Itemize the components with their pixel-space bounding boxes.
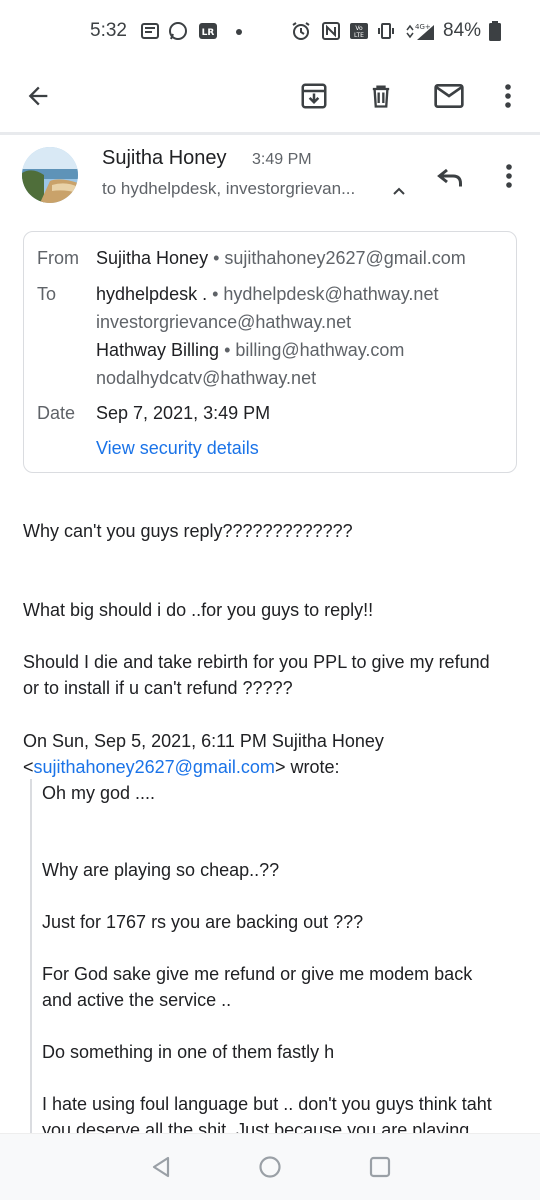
message-more-button[interactable]: [494, 158, 524, 194]
message-details-card: From Sujitha Honey • sujithahoney2627@gm…: [23, 231, 517, 473]
quoted-line-5: and active the service ..: [42, 990, 232, 1010]
avatar-photo-icon: [22, 147, 78, 203]
body-line-1: Why can't you guys reply?????????????: [23, 521, 353, 541]
to-recipient-3: Hathway Billing • billing@hathway.com: [96, 340, 404, 361]
email-time: 3:49 PM: [252, 151, 312, 168]
email-toolbar: [0, 64, 540, 130]
to-3-name: Hathway Billing: [96, 340, 220, 360]
whatsapp-icon: [169, 22, 187, 40]
reply-button[interactable]: [432, 158, 468, 194]
to-recipient-2: investorgrievance@hathway.net: [96, 312, 352, 332]
quote-lt: <: [23, 757, 34, 777]
dot-icon: [236, 29, 242, 35]
archive-icon: [301, 83, 327, 109]
more-vert-icon: [505, 84, 511, 108]
quoted-line-4: For God sake give me refund or give me m…: [42, 964, 473, 984]
to-3-email: • billing@hathway.com: [219, 340, 405, 360]
alarm-icon: [292, 22, 310, 40]
quote-intro: On Sun, Sep 5, 2021, 6:11 PM Sujitha Hon…: [23, 731, 384, 751]
delete-icon: [372, 85, 390, 108]
battery-percentage: 84%: [443, 20, 482, 41]
from-value: Sujitha Honey • sujithahoney2627@gmail.c…: [96, 248, 466, 269]
quote-attribution: <sujithahoney2627@gmail.com> wrote:: [23, 754, 339, 780]
toolbar-divider: [0, 132, 540, 135]
nav-back-icon[interactable]: [148, 1154, 174, 1180]
to-label: To: [37, 284, 57, 304]
svg-text:4G+: 4G+: [415, 23, 431, 31]
more-vert-icon: [506, 164, 512, 188]
4g-signal-icon: 4G+: [406, 23, 434, 40]
date-label: Date: [37, 403, 76, 423]
sender-name[interactable]: Sujitha Honey: [102, 147, 227, 170]
mark-unread-icon: [434, 84, 464, 108]
to-recipient-1: hydhelpdesk . • hydhelpdesk@hathway.net: [96, 284, 438, 305]
quoted-line-2: Why are playing so cheap..??: [42, 860, 280, 880]
from-name: Sujitha Honey: [96, 248, 209, 268]
quoted-line-1: Oh my god ....: [42, 783, 156, 803]
svg-text:LTE: LTE: [354, 32, 364, 39]
to-recipient-4: nodalhydcatv@hathway.net: [96, 368, 317, 388]
date-value: Sep 7, 2021, 3:49 PM: [96, 403, 271, 423]
quote-email-link[interactable]: sujithahoney2627@gmail.com: [34, 757, 275, 777]
volte-icon: VoLTE: [350, 23, 368, 39]
body-line-4: or to install if u can't refund ?????: [23, 678, 293, 698]
archive-button[interactable]: [296, 78, 332, 114]
nfc-icon: [322, 22, 340, 40]
quoted-line-3: Just for 1767 rs you are backing out ???: [42, 912, 364, 932]
nav-home-icon[interactable]: [257, 1154, 283, 1180]
delete-button[interactable]: [363, 78, 399, 114]
quote-wrote: > wrote:: [274, 757, 340, 777]
status-bar: 5:32 LR Vo LTE 4G+ 84%: [0, 0, 540, 64]
more-options-button[interactable]: [492, 78, 524, 114]
to-1-email: • hydhelpdesk@hathway.net: [207, 284, 439, 304]
nav-recents-icon[interactable]: [367, 1154, 393, 1180]
mark-unread-button[interactable]: [431, 78, 467, 114]
quoted-line-6: Do something in one of them fastly h: [42, 1042, 335, 1062]
svg-text:LR: LR: [202, 28, 215, 38]
battery-icon: [489, 21, 501, 41]
chevron-up-icon[interactable]: [390, 182, 408, 200]
body-line-2: What big should i do ..for you guys to r…: [23, 600, 374, 620]
svg-text:Vo: Vo: [355, 25, 363, 32]
quoted-line-7: I hate using foul language but .. don't …: [42, 1094, 492, 1114]
to-1-name: hydhelpdesk .: [96, 284, 208, 304]
view-security-details-link[interactable]: View security details: [96, 438, 259, 459]
system-nav-bar: [0, 1133, 540, 1200]
status-time: 5:32: [90, 20, 127, 41]
avatar[interactable]: [22, 147, 78, 203]
back-button[interactable]: [20, 78, 56, 114]
quote-bar: [30, 779, 32, 1139]
back-arrow-icon: [28, 86, 48, 106]
vibrate-icon: [378, 23, 394, 39]
from-email: • sujithahoney2627@gmail.com: [208, 248, 466, 268]
news-icon: [141, 23, 159, 39]
reply-icon: [437, 168, 462, 187]
lr-icon: LR: [199, 23, 217, 39]
body-line-3: Should I die and take rebirth for you PP…: [23, 652, 490, 672]
recipients-summary[interactable]: to hydhelpdesk, investorgrievan...: [102, 179, 355, 199]
from-label: From: [37, 248, 79, 268]
